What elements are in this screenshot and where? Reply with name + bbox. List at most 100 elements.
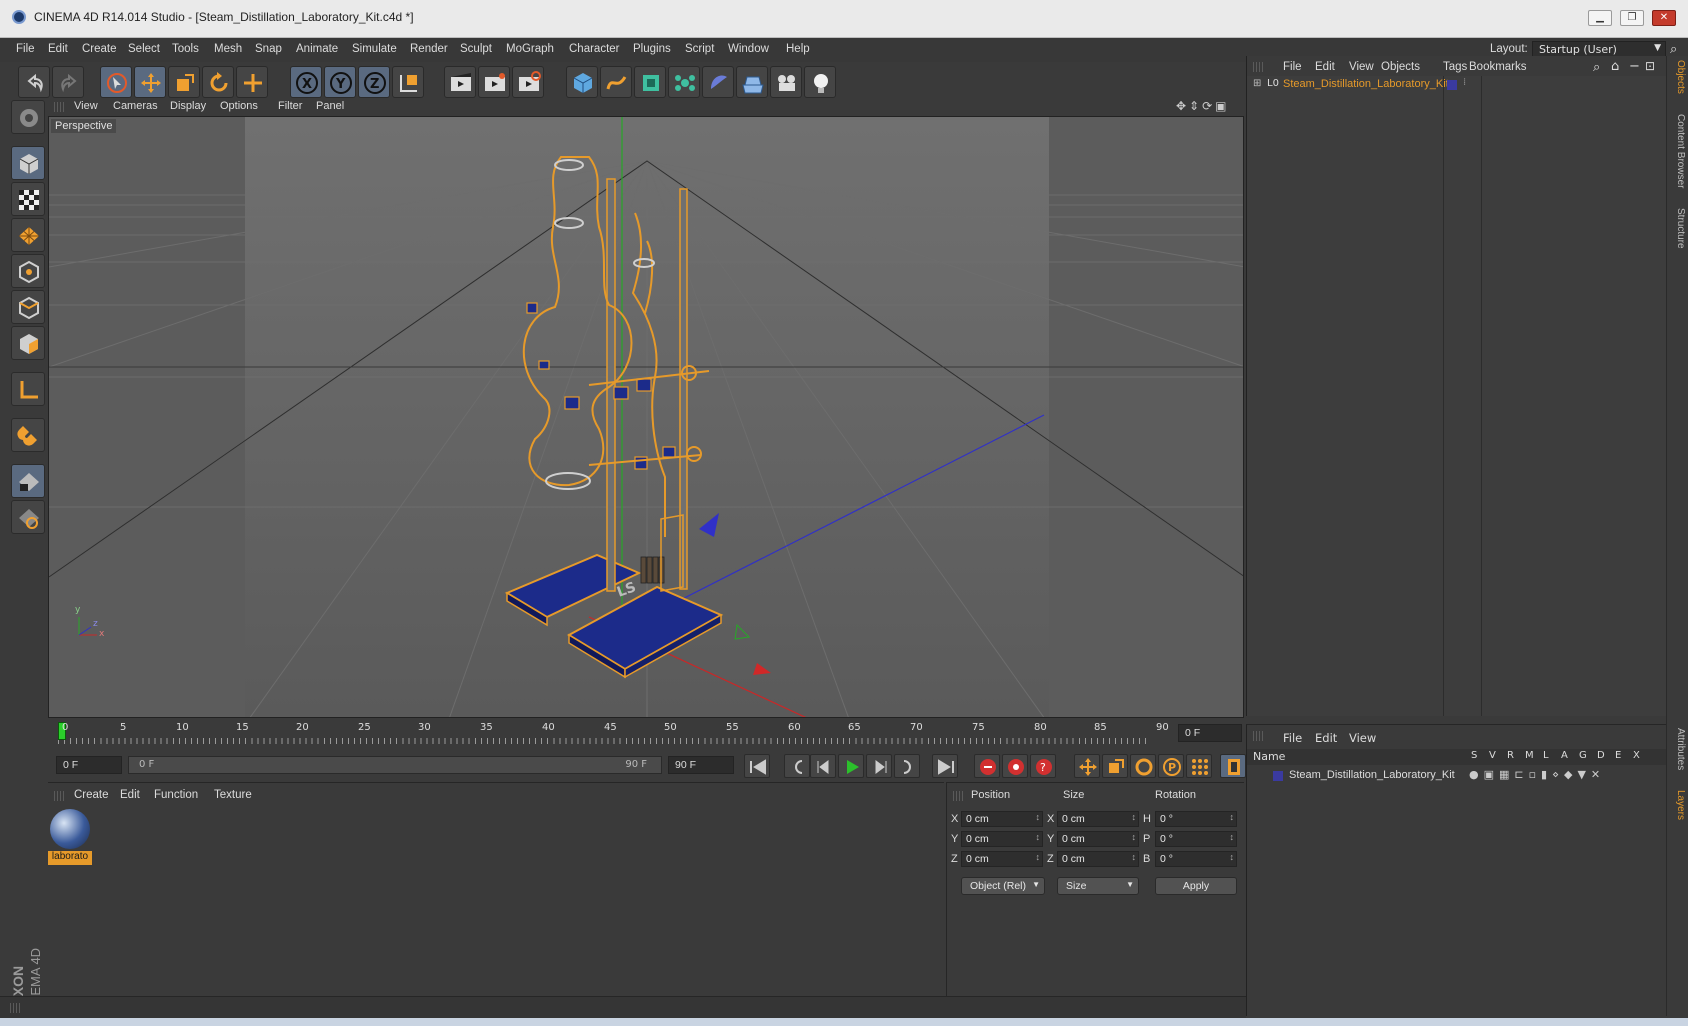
layer-col-header[interactable]: S [1471,750,1477,761]
layer-col-header[interactable]: X [1633,750,1640,761]
end-frame-field[interactable]: 90 F [668,756,734,774]
floor-button[interactable] [736,66,768,98]
material-menu-edit[interactable]: Edit [120,789,140,801]
coordinate-mode-dropdown[interactable]: Object (Rel) ▼ [961,877,1045,895]
z-axis-lock-button[interactable]: Z [358,66,390,98]
menu-help[interactable]: Help [786,43,810,55]
key-parameter-button[interactable]: P [1158,754,1184,778]
panel-grip[interactable] [54,102,64,112]
next-frame-button[interactable] [866,754,892,778]
rotation-h-field[interactable]: 0 ° [1155,811,1237,827]
timeline-layout-button[interactable] [1220,754,1246,778]
menu-render[interactable]: Render [410,43,448,55]
object-menu-file[interactable]: File [1283,61,1302,73]
layer-col-header[interactable]: M [1525,750,1534,761]
keyframe-selection-button[interactable]: ? [1030,754,1056,778]
viewport-menu-filter[interactable]: Filter [278,100,302,112]
layer-col-header[interactable]: V [1489,750,1496,761]
planar-workplane-button[interactable] [11,500,45,534]
render-settings-button[interactable] [512,66,544,98]
layer-color-tag[interactable] [1447,80,1457,90]
viewport-menu-cameras[interactable]: Cameras [113,100,158,112]
tab-objects[interactable]: Objects [1670,60,1686,94]
scale-tool-button[interactable] [168,66,200,98]
object-menu-view[interactable]: View [1349,61,1374,73]
play-button[interactable] [838,754,864,778]
menu-plugins[interactable]: Plugins [633,43,671,55]
menu-animate[interactable]: Animate [296,43,338,55]
current-frame-field[interactable]: 0 F [1178,724,1242,742]
undo-button[interactable] [18,66,50,98]
perspective-viewport[interactable]: LS Perspective y x z [48,116,1244,718]
axis-mode-button[interactable] [11,372,45,406]
layer-menu-edit[interactable]: Edit [1315,731,1337,745]
layer-col-header[interactable]: D [1597,750,1605,761]
go-to-start-button[interactable] [744,754,770,778]
search-icon[interactable]: ⌕ [1670,42,1677,57]
menu-snap[interactable]: Snap [255,43,282,55]
material-menu-function[interactable]: Function [154,789,198,801]
menu-mesh[interactable]: Mesh [214,43,242,55]
menu-tools[interactable]: Tools [172,43,199,55]
viewport-menu-view[interactable]: View [74,100,98,112]
new-window-icon[interactable]: ⊡ [1645,59,1655,73]
key-position-button[interactable] [1074,754,1100,778]
frame-range-slider[interactable]: 0 F 90 F [128,756,662,774]
locked-workplane-button[interactable] [11,464,45,498]
viewport-nav-icons[interactable]: ✥⇕⟳▣ [1176,99,1230,113]
rotate-tool-button[interactable] [202,66,234,98]
menu-sculpt[interactable]: Sculpt [460,43,492,55]
tab-structure[interactable]: Structure [1670,208,1686,249]
layer-col-header[interactable]: A [1561,750,1568,761]
panel-grip[interactable] [10,1003,20,1013]
panel-grip[interactable] [1253,62,1263,72]
expand-icon[interactable]: ⊞ [1253,78,1261,89]
layer-menu-view[interactable]: View [1349,731,1376,745]
object-menu-edit[interactable]: Edit [1315,61,1335,73]
key-scale-button[interactable] [1102,754,1128,778]
layer-col-header[interactable]: G [1579,750,1587,761]
layer-col-header[interactable]: L [1543,750,1549,761]
menu-file[interactable]: File [16,43,35,55]
timeline-ruler[interactable]: 0 5 10 15 20 25 30 35 40 45 50 55 60 65 … [48,720,1244,746]
tab-content-browser[interactable]: Content Browser [1670,114,1686,188]
layer-col-header[interactable]: R [1507,750,1514,761]
spline-button[interactable] [600,66,632,98]
start-frame-field[interactable]: 0 F [56,756,122,774]
size-x-field[interactable]: 0 cm [1057,811,1139,827]
panel-grip[interactable] [953,791,963,801]
close-button[interactable]: ✕ [1652,10,1676,26]
minus-icon[interactable]: − [1629,59,1640,74]
render-view-button[interactable] [444,66,476,98]
position-y-field[interactable]: 0 cm [961,831,1043,847]
object-menu-bookmarks[interactable]: Bookmarks [1469,61,1527,73]
nurbs-button[interactable] [634,66,666,98]
menu-character[interactable]: Character [569,43,620,55]
autokey-button[interactable] [1002,754,1028,778]
go-to-end-button[interactable] [932,754,958,778]
object-menu-objects[interactable]: Objects [1381,61,1420,73]
home-icon[interactable]: ⌂ [1611,59,1619,74]
position-x-field[interactable]: 0 cm [961,811,1043,827]
size-y-field[interactable]: 0 cm [1057,831,1139,847]
key-rotation-button[interactable] [1130,754,1156,778]
menu-window[interactable]: Window [728,43,769,55]
record-keys-button[interactable] [974,754,1000,778]
rotation-b-field[interactable]: 0 ° [1155,851,1237,867]
object-row[interactable]: ⊞ L0 Steam_Distillation_Laboratory_Kit ⁞ [1247,76,1667,94]
object-menu-tags[interactable]: Tags [1443,61,1467,73]
panel-grip[interactable] [1253,731,1263,741]
array-button[interactable] [668,66,700,98]
viewport-menu-options[interactable]: Options [220,100,258,112]
size-z-field[interactable]: 0 cm [1057,851,1139,867]
menu-mograph[interactable]: MoGraph [506,43,554,55]
select-tool-button[interactable] [100,66,132,98]
model-mode-button[interactable] [11,146,45,180]
workplane-grid-button[interactable] [11,218,45,252]
render-picture-viewer-button[interactable] [478,66,510,98]
layer-name[interactable]: Steam_Distillation_Laboratory_Kit [1289,769,1455,781]
layer-color-swatch[interactable] [1273,771,1283,781]
y-axis-lock-button[interactable]: Y [324,66,356,98]
position-z-field[interactable]: 0 cm [961,851,1043,867]
workplane-button[interactable] [11,100,45,134]
